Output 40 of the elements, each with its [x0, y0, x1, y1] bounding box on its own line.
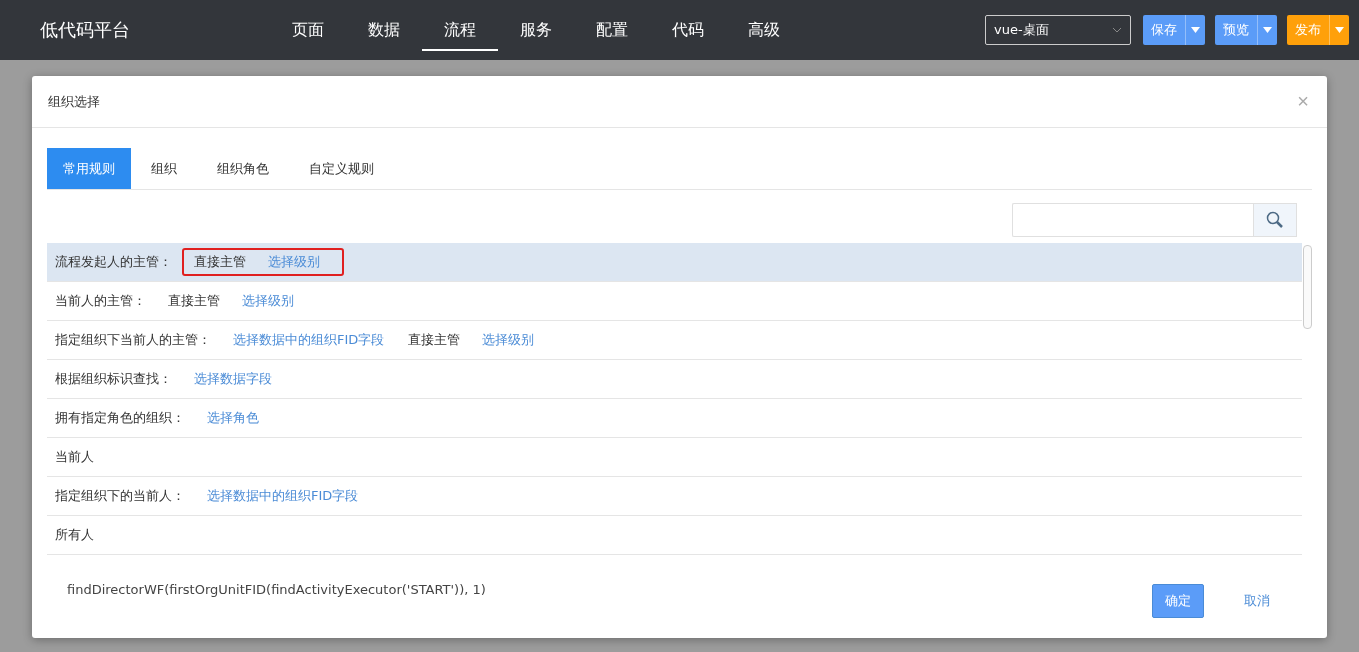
caret-icon — [1263, 27, 1272, 33]
rule-link[interactable]: 选择数据中的组织FID字段 — [207, 487, 359, 505]
rule-label: 拥有指定角色的组织： — [55, 409, 185, 427]
tab[interactable]: 组织角色 — [197, 148, 289, 189]
rule-link[interactable]: 选择角色 — [207, 409, 259, 427]
rule-label: 当前人 — [55, 448, 94, 466]
cancel-button[interactable]: 取消 — [1232, 584, 1282, 618]
platform-select[interactable]: vue-桌面 — [985, 15, 1131, 45]
rule-link[interactable]: 选择数据中的组织FID字段 — [233, 331, 385, 349]
dialog-title: 组织选择 — [48, 92, 100, 111]
search-icon — [1266, 211, 1284, 229]
tab[interactable]: 自定义规则 — [289, 148, 394, 189]
nav-item[interactable]: 高级 — [726, 11, 802, 51]
caret-icon — [1335, 27, 1344, 33]
search-button[interactable] — [1253, 203, 1297, 237]
rule-link[interactable]: 选择级别 — [482, 331, 535, 349]
rule-label: 根据组织标识查找： — [55, 370, 172, 388]
rule-link[interactable]: 选择数据字段 — [194, 370, 272, 388]
rule-label: 当前人的主管： — [55, 292, 146, 310]
rule-link[interactable]: 选择级别 — [242, 292, 294, 310]
nav-item[interactable]: 服务 — [498, 11, 574, 51]
nav-item[interactable]: 配置 — [574, 11, 650, 51]
rule-value: 直接主管 — [168, 292, 220, 310]
rule-label: 指定组织下的当前人： — [55, 487, 185, 505]
rule-row[interactable]: 流程发起人的主管： 直接主管 选择级别 — [47, 243, 1302, 282]
expression-text: findDirectorWF(firstOrgUnitFID(findActivityExecutor('START')), 1) — [67, 582, 486, 597]
rule-label: 指定组织下当前人的主管： — [55, 331, 211, 349]
search-field[interactable] — [1012, 203, 1253, 237]
rule-value: 直接主管 — [408, 331, 461, 349]
rule-label: 所有人 — [55, 526, 94, 544]
rule-label: 流程发起人的主管： — [55, 253, 172, 271]
nav-item[interactable]: 数据 — [346, 11, 422, 51]
tab[interactable]: 组织 — [131, 148, 197, 189]
app-title: 低代码平台 — [40, 18, 131, 42]
chevron-down-icon — [1112, 27, 1122, 33]
caret-icon — [1191, 27, 1200, 33]
nav-item[interactable]: 流程 — [422, 11, 498, 51]
nav-item[interactable]: 页面 — [270, 11, 346, 51]
nav-item[interactable]: 代码 — [650, 11, 726, 51]
rule-value: 直接主管 — [194, 253, 246, 271]
